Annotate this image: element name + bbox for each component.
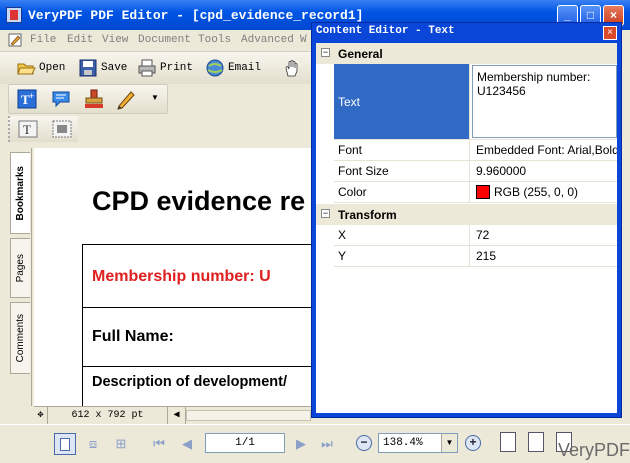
prop-row-y[interactable]: Y 215 bbox=[334, 246, 617, 267]
text-value-input[interactable]: Membership number: U123456 bbox=[472, 65, 617, 138]
menu-tools[interactable]: Tools bbox=[198, 34, 231, 46]
page-size-readout: 612 x 792 pt bbox=[48, 407, 168, 424]
verypdf-watermark: VeryPDF bbox=[558, 440, 630, 460]
hand-tool-button[interactable] bbox=[282, 56, 302, 80]
stamp-icon[interactable] bbox=[83, 88, 105, 110]
toolbar-dropdown-arrow-icon[interactable]: ▼ bbox=[151, 93, 159, 102]
menu-view[interactable]: View bbox=[102, 34, 128, 46]
pencil-icon bbox=[8, 33, 22, 47]
window-title: VeryPDF PDF Editor - [cpd_evidence_recor… bbox=[28, 8, 364, 23]
edit-image-icon[interactable] bbox=[52, 119, 72, 139]
continuous-view-button[interactable]: ⧈ bbox=[82, 433, 104, 455]
section-transform[interactable]: − Transform bbox=[316, 204, 617, 225]
last-page-button[interactable]: ⏭ bbox=[316, 433, 338, 455]
section-general[interactable]: − General bbox=[316, 43, 617, 64]
previous-page-button[interactable]: ◀ bbox=[176, 433, 198, 455]
content-editor-dialog: Content Editor - Text × − General Text M… bbox=[311, 22, 622, 418]
open-button[interactable]: Open bbox=[16, 56, 65, 80]
prop-row-text[interactable]: Text Membership number: U123456 bbox=[334, 64, 617, 140]
navigation-bar: ⧈ ⊞ ⏮ ◀ 1/1 ▶ ⏭ − 138.4% ▼ + bbox=[0, 424, 630, 463]
zoom-out-icon[interactable]: − bbox=[356, 435, 372, 451]
membership-text[interactable]: Membership number: U bbox=[92, 268, 271, 286]
svg-text:T: T bbox=[23, 122, 31, 137]
menu-document[interactable]: Document bbox=[138, 34, 191, 46]
edit-toolbar: T bbox=[8, 116, 78, 142]
split-handle-icon[interactable]: ✥ bbox=[34, 407, 48, 424]
tab-pages[interactable]: Pages bbox=[10, 238, 30, 298]
annotation-toolbar: T + ▼ bbox=[8, 84, 168, 114]
text-box-icon[interactable]: T + bbox=[17, 89, 37, 109]
zoom-select[interactable]: 138.4% ▼ bbox=[378, 433, 458, 453]
speech-bubble-icon[interactable] bbox=[51, 89, 71, 109]
tab-comments[interactable]: Comments bbox=[10, 302, 30, 374]
svg-text:+: + bbox=[29, 91, 34, 101]
description-label: Description of development/ bbox=[92, 374, 287, 390]
prop-row-color[interactable]: Color RGB (255, 0, 0) bbox=[334, 182, 617, 203]
edit-text-icon[interactable]: T bbox=[18, 119, 38, 139]
horizontal-scrollbar[interactable] bbox=[186, 410, 311, 421]
prop-row-font-size[interactable]: Font Size 9.960000 bbox=[334, 161, 617, 182]
property-grid: − General Text Membership number: U12345… bbox=[316, 43, 617, 413]
zoom-in-icon[interactable]: + bbox=[465, 435, 481, 451]
dialog-title: Content Editor - Text bbox=[316, 25, 455, 37]
document-status-bar: ✥ 612 x 792 pt ◀ bbox=[34, 406, 315, 424]
prop-row-font[interactable]: Font Embedded Font: Arial,Bold bbox=[334, 140, 617, 161]
dialog-close-button[interactable]: × bbox=[603, 26, 617, 40]
document-viewport[interactable]: CPD evidence re Membership number: U Ful… bbox=[34, 148, 315, 406]
app-icon bbox=[6, 7, 22, 23]
chevron-down-icon[interactable]: ▼ bbox=[441, 434, 457, 452]
color-swatch[interactable] bbox=[476, 185, 490, 199]
pdf-page: CPD evidence re Membership number: U Ful… bbox=[34, 148, 315, 406]
floppy-disk-icon bbox=[79, 59, 97, 77]
scroll-left-icon[interactable]: ◀ bbox=[168, 407, 186, 424]
first-page-button[interactable]: ⏮ bbox=[148, 433, 170, 455]
pencil-draw-icon[interactable] bbox=[115, 88, 137, 110]
fit-width-icon[interactable] bbox=[528, 432, 544, 452]
prop-row-x[interactable]: X 72 bbox=[334, 225, 617, 246]
tab-bookmarks[interactable]: Bookmarks bbox=[10, 152, 30, 234]
page-number-input[interactable]: 1/1 bbox=[205, 433, 285, 453]
facing-view-button[interactable]: ⊞ bbox=[110, 433, 132, 455]
collapse-icon[interactable]: − bbox=[321, 209, 330, 218]
next-page-button[interactable]: ▶ bbox=[290, 433, 312, 455]
collapse-icon[interactable]: − bbox=[321, 48, 330, 57]
menu-bar: File Edit View Document Tools Advanced W bbox=[0, 30, 315, 52]
fit-page-icon[interactable] bbox=[500, 432, 516, 452]
single-page-view-button[interactable] bbox=[54, 433, 76, 455]
folder-open-icon bbox=[17, 63, 36, 75]
save-button[interactable]: Save bbox=[78, 56, 127, 80]
print-button[interactable]: Print bbox=[137, 56, 193, 80]
hand-icon bbox=[285, 60, 298, 77]
main-toolbar: Open Save Print Email bbox=[0, 52, 315, 84]
email-button[interactable]: Email bbox=[205, 56, 261, 80]
menu-edit[interactable]: Edit bbox=[67, 34, 93, 46]
menu-window[interactable]: W bbox=[300, 34, 307, 46]
email-globe-icon bbox=[206, 59, 224, 77]
document-heading: CPD evidence re bbox=[92, 186, 306, 216]
printer-icon bbox=[138, 59, 156, 77]
menu-file[interactable]: File bbox=[30, 34, 56, 46]
full-name-label: Full Name: bbox=[92, 328, 174, 345]
menu-advanced[interactable]: Advanced bbox=[241, 34, 294, 46]
side-panel-tabs: Bookmarks Pages Comments bbox=[8, 148, 32, 406]
